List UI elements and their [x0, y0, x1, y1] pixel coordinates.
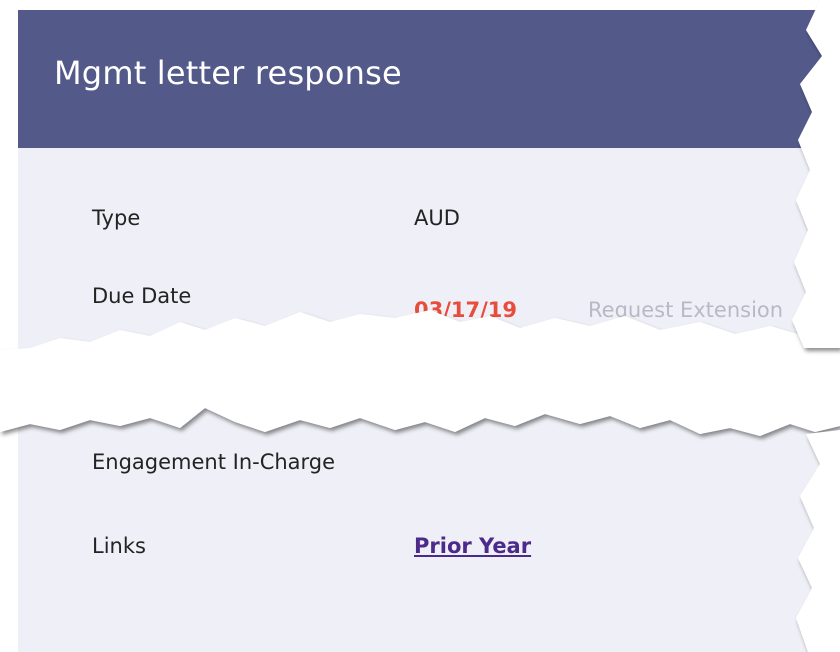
record-panel-top: Mgmt letter response Type AUD Due Date 0… — [18, 10, 840, 350]
due-date-label: Due Date — [92, 284, 192, 308]
type-value: AUD — [414, 206, 460, 230]
type-label: Type — [92, 206, 141, 230]
panel-header: Mgmt letter response — [18, 10, 840, 148]
due-date-value: 03/17/19 — [414, 298, 518, 322]
record-panel-bottom: Engagement In-Charge Links Prior Year — [18, 400, 840, 652]
links-label: Links — [92, 534, 146, 558]
request-extension-link[interactable]: Request Extension — [588, 298, 783, 322]
engagement-in-charge-label: Engagement In-Charge — [92, 450, 336, 474]
prior-year-link[interactable]: Prior Year — [414, 534, 531, 558]
page-title: Mgmt letter response — [54, 54, 402, 92]
